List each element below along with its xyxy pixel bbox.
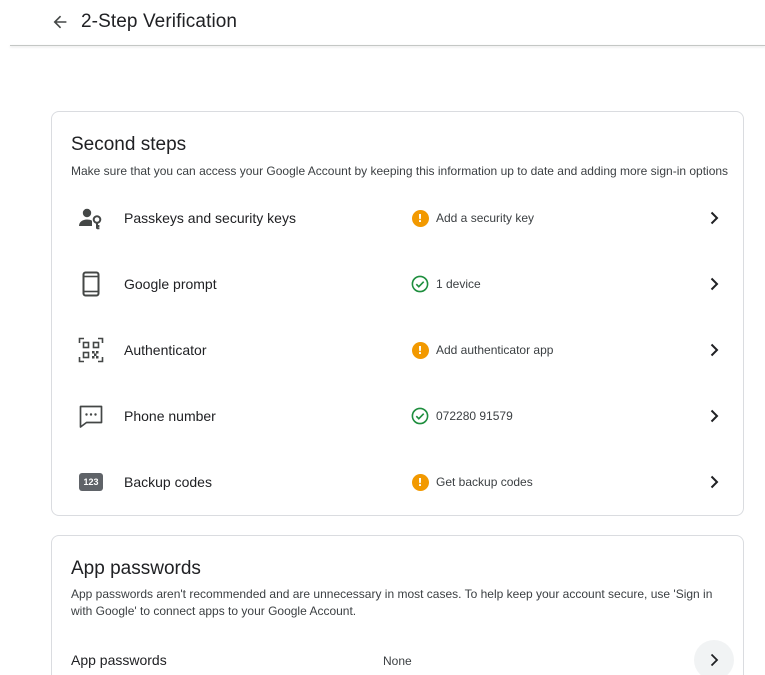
warning-icon: ! [411,341,429,359]
status: ! Add a security key [411,209,534,227]
row-label: Passkeys and security keys [124,210,296,226]
check-circle-icon [411,275,429,293]
status: ! Get backup codes [411,473,533,491]
app-passwords-description: App passwords aren't recommended and are… [71,587,713,618]
second-steps-title: Second steps [71,134,187,155]
status-text: Add authenticator app [436,343,554,357]
passkey-icon [78,205,104,231]
header-divider [10,45,765,46]
status: 072280 91579 [411,407,513,425]
page-title: 2-Step Verification [81,11,238,32]
second-steps-description: Make sure that you can access your Googl… [71,164,729,178]
chevron-right-icon [705,407,723,425]
app-passwords-card: App passwords App passwords aren't recom… [51,535,744,675]
status: ! Add authenticator app [411,341,553,359]
row-label: Phone number [124,408,216,424]
second-steps-card: Second steps Make sure that you can acce… [51,111,744,516]
row-authenticator[interactable]: Authenticator ! Add authenticator app [52,317,745,383]
row-label: Google prompt [124,276,217,292]
check-circle-icon [411,407,429,425]
row-google-prompt[interactable]: Google prompt 1 device [52,251,745,317]
sms-icon [78,403,104,429]
backup-codes-badge: 123 [79,473,103,491]
phone-icon [78,271,104,297]
chevron-right-icon [705,473,723,491]
app-passwords-value: None [383,654,412,668]
status-text: Add a security key [436,211,535,225]
row-backup-codes[interactable]: 123 Backup codes ! Get backup codes [52,449,745,515]
app-passwords-open-button[interactable] [694,640,734,675]
app-passwords-label: App passwords [71,652,167,668]
warning-icon: ! [411,209,429,227]
status-text: 072280 91579 [436,409,513,423]
row-passkeys[interactable]: Passkeys and security keys ! Add a secur… [52,185,745,251]
top-bar: 2-Step Verification [0,0,765,46]
row-label: Authenticator [124,342,207,358]
chevron-right-icon [705,209,723,227]
status: 1 device [411,275,481,293]
warning-icon: ! [411,473,429,491]
app-passwords-title: App passwords [71,558,201,579]
status-text: 1 device [436,277,481,291]
chevron-right-icon [710,653,719,667]
row-label: Backup codes [124,474,212,490]
row-phone-number[interactable]: Phone number 072280 91579 [52,383,745,449]
backup-codes-icon: 123 [78,469,104,495]
chevron-right-icon [705,341,723,359]
chevron-right-icon [705,275,723,293]
status-text: Get backup codes [436,475,533,489]
app-passwords-row[interactable]: App passwords None [52,640,745,675]
arrow-back-icon[interactable] [48,10,72,34]
qr-code-icon [78,337,104,363]
